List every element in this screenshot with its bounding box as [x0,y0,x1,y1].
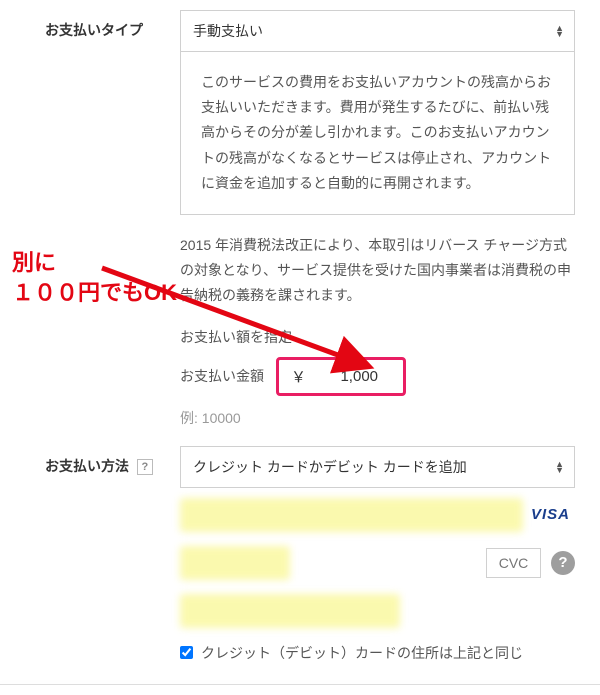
card-name-field[interactable] [180,594,400,628]
payment-type-value: 手動支払い [193,23,263,39]
cvc-help-icon[interactable]: ? [551,551,575,575]
amount-input-highlight: ￥ [276,357,406,396]
bottom-divider [0,684,600,685]
payment-method-label: お支払い方法 [45,458,129,474]
card-expiry-field[interactable] [180,546,290,580]
visa-icon: VISA [531,506,575,523]
amount-example: 例: 10000 [180,408,575,428]
same-address-label: クレジット（デビット）カードの住所は上記と同じ [201,642,523,664]
amount-label: お支払い金額 [180,366,264,386]
same-address-checkbox-row[interactable]: クレジット（デビット）カードの住所は上記と同じ [180,642,575,664]
payment-type-description: このサービスの費用をお支払いアカウントの残高からお支払いいただきます。費用が発生… [180,52,575,215]
payment-method-value: クレジット カードかデビット カードを追加 [193,459,467,475]
currency-symbol: ￥ [291,366,306,387]
payment-type-label: お支払いタイプ [45,10,180,40]
chevron-up-down-icon: ▲▼ [555,25,564,37]
payment-method-select[interactable]: クレジット カードかデビット カードを追加 ▲▼ [180,446,575,488]
same-address-checkbox[interactable] [180,646,193,659]
help-icon[interactable]: ? [137,459,153,475]
tax-notice: 2015 年消費税法改正により、本取引はリバース チャージ方式の対象となり、サー… [180,233,575,309]
cvc-input[interactable] [486,548,541,578]
chevron-up-down-icon: ▲▼ [555,461,564,473]
card-number-field[interactable] [180,498,523,532]
amount-input[interactable] [318,368,378,385]
payment-type-select[interactable]: 手動支払い ▲▼ [180,10,575,52]
amount-section-title: お支払い額を指定 [180,327,575,347]
